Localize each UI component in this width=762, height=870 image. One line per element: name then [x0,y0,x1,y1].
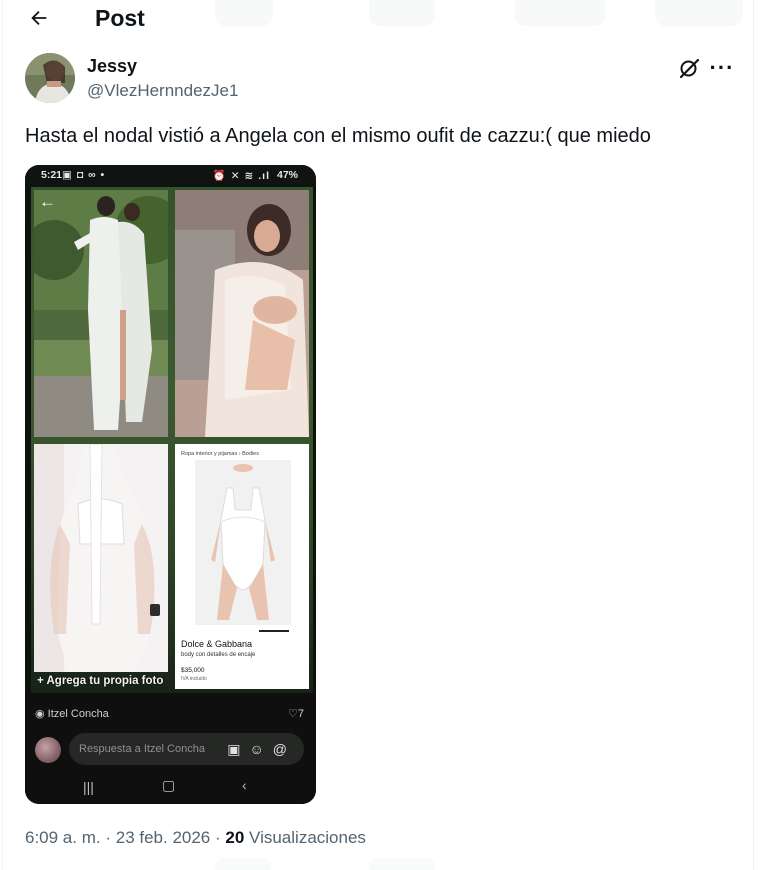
meta-separator: · [105,828,116,847]
recents-icon: ||| [83,779,94,795]
reply-icons: ▣☺@ [227,741,296,757]
phone-back-arrow-icon: ← [39,192,56,211]
add-own-photo-button: + Agrega tu propia foto [37,675,164,687]
phone-bottom-bar: ◉ Itzel Concha ♡7 Respuesta a Itzel Conc… [25,693,316,804]
post-date[interactable]: 23 feb. 2026 [116,828,211,847]
meta-separator: · [215,828,226,847]
phone-like-count: ♡7 [288,708,304,720]
views-count: 20 [225,828,245,847]
product-card: Ropa interior y pijamas › Bodies Dolce &… [175,444,309,689]
home-icon: ▢ [162,777,176,793]
post-panel: Post Jessy @VlezHernndezJe1 ··· Hasta el… [2,0,754,870]
tweet-text: Hasta el nodal vistió a Angela con el mi… [25,125,651,147]
product-tax-note: IVA incluido [181,676,207,682]
page-title: Post [95,5,145,31]
phone-status-bar: 5:21 ▣ ◘ ∞ • ⏰ ✕ ≋ .ıl 47% [25,165,316,187]
photo-couple [34,190,168,437]
phone-status-time: 5:21 [41,169,63,181]
post-meta: 6:09 a. m. · 23 feb. 2026 · 20 Visualiza… [25,826,366,850]
reply-placeholder: Respuesta a Itzel Concha [79,743,205,755]
product-brand: Dolce & Gabbana [181,639,253,649]
phone-signal-icons: ⏰ ✕ ≋ .ıl [212,170,270,182]
more-icon: ··· [709,55,735,80]
ghost-bottom-1 [215,858,271,870]
pinned-user: ◉ Itzel Concha [35,707,109,720]
phone-battery: 47% [276,169,298,181]
author-handle[interactable]: @VlezHernndezJe1 [87,80,238,102]
photo-collage: Ropa interior y pijamas › Bodies Dolce &… [31,187,313,695]
avatar[interactable] [25,53,75,103]
photo-sheer-dress [34,444,168,672]
arrow-left-icon [31,10,47,26]
back-button[interactable] [23,4,55,32]
views-label: Visualizaciones [249,828,366,847]
ghost-bottom-2 [369,858,435,870]
product-breadcrumb: Ropa interior y pijamas › Bodies [181,451,259,457]
nav-back-icon: ‹ [242,777,247,793]
header: Post [3,0,753,44]
post-time[interactable]: 6:09 a. m. [25,828,101,847]
author-name[interactable]: Jessy [87,55,137,77]
product-price: $35,000 [181,667,205,674]
grok-button[interactable] [675,54,703,82]
phone-notification-icons: ▣ ◘ ∞ • [62,169,106,181]
product-description: body con detalles de encaje [181,652,256,658]
reply-avatar [35,737,61,763]
photo-mother-baby [175,190,309,437]
product-image [195,460,291,625]
phone-nav-bar: ||| ▢ ‹ [25,775,316,801]
carousel-indicator [259,630,289,632]
more-button[interactable]: ··· [707,54,737,82]
grok-icon [679,58,700,79]
reply-field: Respuesta a Itzel Concha ▣☺@ [69,733,304,765]
pinned-user-name: Itzel Concha [47,708,109,720]
post-image[interactable]: 5:21 ▣ ◘ ∞ • ⏰ ✕ ≋ .ıl 47% Ropa interior… [25,165,316,804]
user-avatar-icon: ◉ [35,708,48,720]
